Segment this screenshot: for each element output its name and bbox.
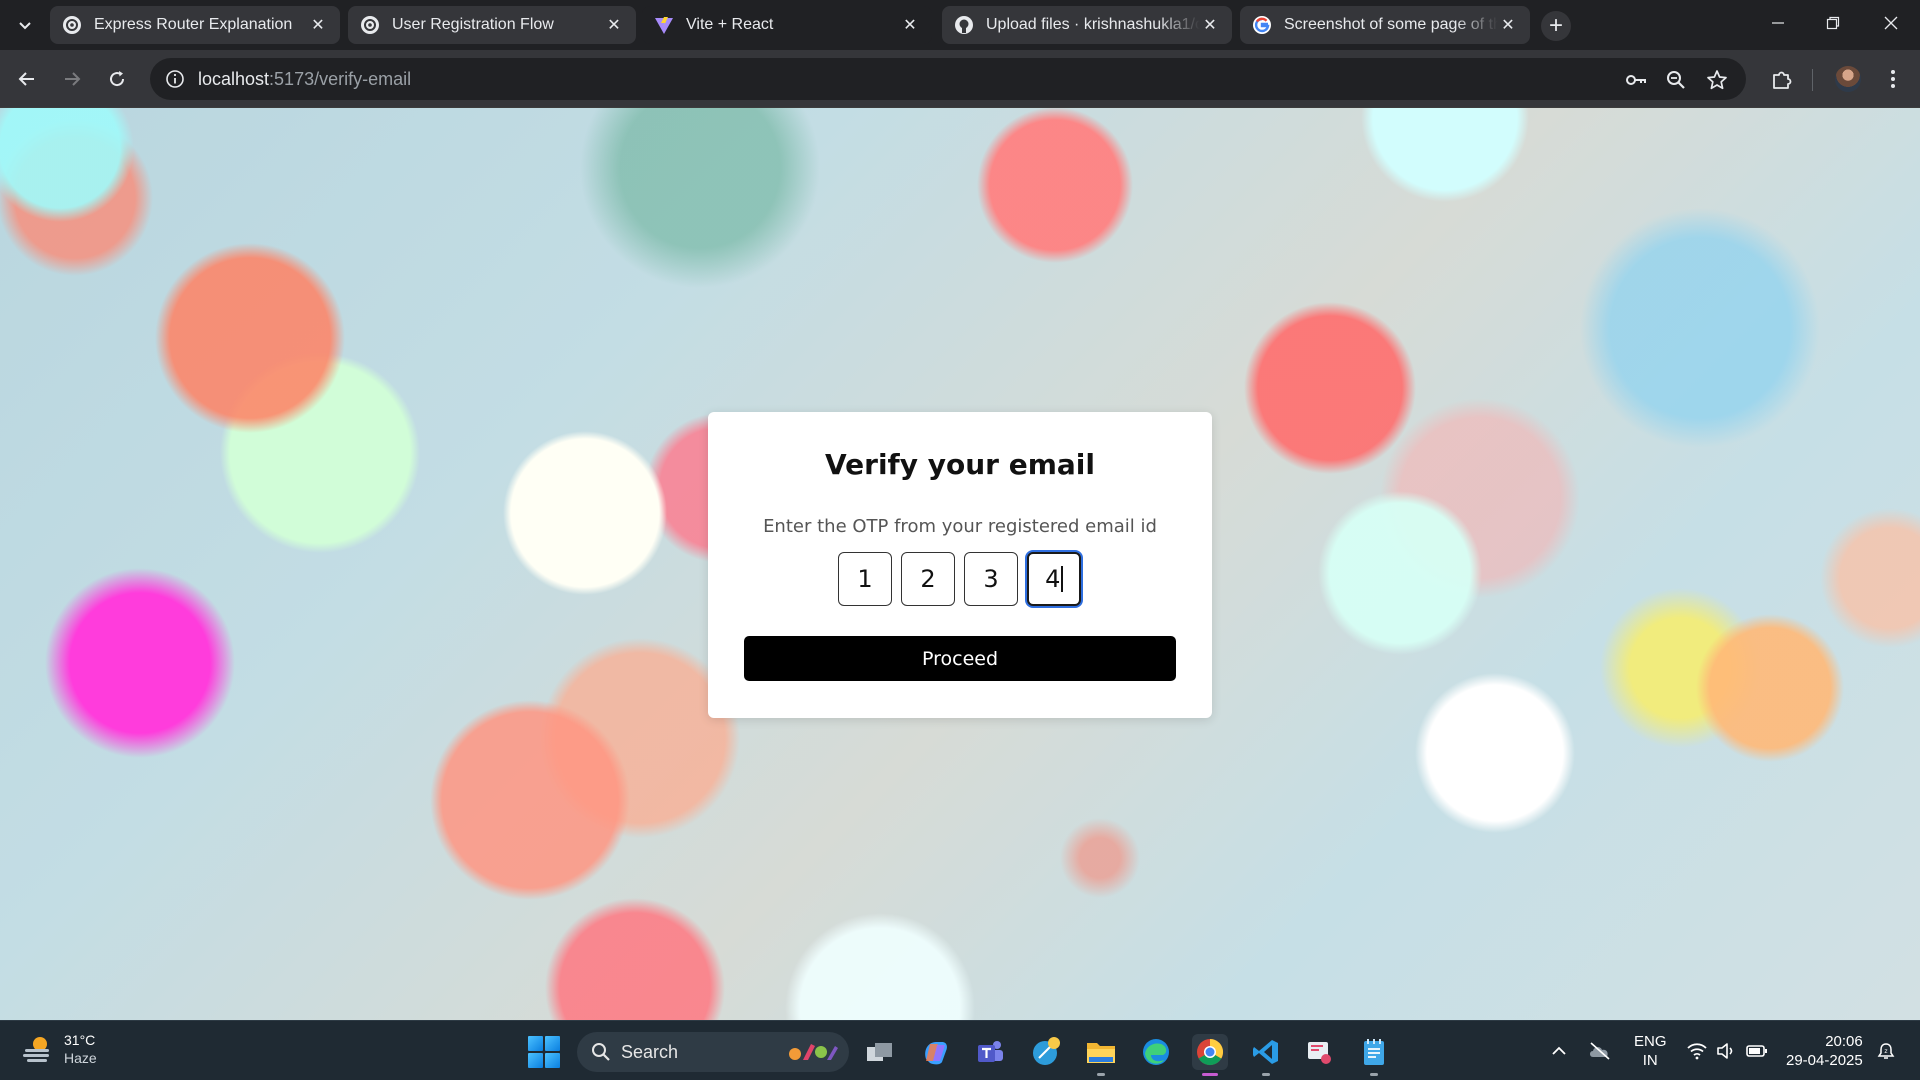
browser-toolbar: localhost:5173/verify-email (0, 50, 1920, 108)
copilot-icon[interactable] (917, 1034, 953, 1070)
language-indicator[interactable]: ENG IN (1634, 1021, 1667, 1080)
clock-date: 29-04-2025 (1786, 1052, 1863, 1069)
teams-icon[interactable] (972, 1034, 1008, 1070)
close-icon[interactable]: ✕ (604, 15, 624, 35)
search-placeholder: Search (621, 1041, 679, 1062)
svg-text:z: z (1884, 1048, 1887, 1055)
search-icon (591, 1042, 611, 1062)
page-title: Verify your email (825, 448, 1095, 481)
tab-title: Screenshot of some page of thi (1284, 16, 1498, 33)
chrome-icon[interactable] (1192, 1034, 1228, 1076)
otp-digit-1[interactable]: 1 (838, 552, 892, 606)
running-indicator (1202, 1073, 1218, 1076)
vite-icon (654, 15, 674, 35)
browser-shortcut-icon[interactable] (1028, 1034, 1064, 1070)
toolbar-divider (1812, 69, 1813, 91)
tab-title: Upload files · krishnashukla1/on (986, 16, 1200, 33)
forward-arrow-icon[interactable] (57, 64, 87, 94)
weather-condition: Haze (64, 1050, 97, 1066)
zoom-icon[interactable] (1664, 68, 1688, 92)
verify-email-card: Verify your email Enter the OTP from you… (708, 412, 1212, 718)
bookmark-star-icon[interactable] (1705, 68, 1729, 92)
back-arrow-icon[interactable] (12, 64, 42, 94)
tab-search-chevron-icon[interactable] (12, 12, 38, 38)
address-bar[interactable]: localhost:5173/verify-email (150, 58, 1746, 100)
region-code: IN (1642, 1052, 1658, 1069)
onedrive-offline-icon[interactable] (1588, 1021, 1612, 1080)
weather-temperature: 31°C (64, 1032, 96, 1048)
show-hidden-icons-chevron-icon[interactable] (1550, 1021, 1568, 1080)
running-indicator (1262, 1073, 1270, 1076)
notifications-icon[interactable]: z (1876, 1021, 1896, 1080)
proceed-button[interactable]: Proceed (744, 636, 1176, 681)
chatgpt-icon (360, 15, 380, 35)
windows-taskbar: 31°C Haze Search ENG IN 20:06 29-04-2025… (0, 1020, 1920, 1080)
otp-digit-2[interactable]: 2 (901, 552, 955, 606)
otp-instructions: Enter the OTP from your registered email… (763, 516, 1157, 537)
otp-input-group: 1 2 3 4 (838, 552, 1081, 606)
windows-start-icon[interactable] (528, 1036, 560, 1068)
url-host: localhost (198, 68, 270, 89)
profile-avatar[interactable] (1835, 66, 1861, 92)
chatgpt-icon (62, 15, 82, 35)
wifi-icon[interactable] (1686, 1021, 1708, 1080)
restore-icon[interactable] (1813, 8, 1853, 38)
github-icon (954, 15, 974, 35)
close-icon[interactable]: ✕ (308, 15, 328, 35)
password-key-icon[interactable] (1624, 68, 1648, 92)
close-icon[interactable]: ✕ (900, 15, 920, 35)
otp-digit-value: 2 (920, 565, 936, 593)
otp-digit-4[interactable]: 4 (1027, 552, 1081, 606)
running-indicator (1370, 1073, 1378, 1076)
tab-title: User Registration Flow (392, 16, 554, 33)
close-icon[interactable]: ✕ (1200, 15, 1220, 35)
reload-icon[interactable] (102, 64, 132, 94)
task-view-icon[interactable] (862, 1034, 898, 1070)
tab-title: Express Router Explanation (94, 16, 293, 33)
tab-user-registration[interactable]: User Registration Flow ✕ (348, 6, 636, 44)
otp-digit-value: 4 (1045, 565, 1061, 593)
tab-title: Vite + React (686, 16, 774, 33)
clock[interactable]: 20:06 29-04-2025 (1786, 1021, 1863, 1080)
clock-time: 20:06 (1825, 1033, 1863, 1050)
otp-digit-value: 3 (983, 565, 999, 593)
haze-weather-icon (20, 1032, 54, 1066)
running-indicator (1097, 1073, 1105, 1076)
tab-express-router[interactable]: Express Router Explanation ✕ (50, 6, 340, 44)
vscode-icon[interactable] (1248, 1034, 1284, 1076)
tab-vite-react[interactable]: Vite + React ✕ (642, 6, 932, 44)
weather-widget[interactable]: 31°C Haze (20, 1031, 97, 1067)
site-info-icon[interactable] (154, 58, 196, 100)
otp-digit-value: 1 (857, 565, 873, 593)
snipping-tool-icon[interactable] (1301, 1034, 1337, 1070)
language-code: ENG (1634, 1033, 1667, 1050)
edge-icon[interactable] (1138, 1034, 1174, 1070)
google-icon (1252, 15, 1272, 35)
new-tab-button[interactable]: + (1541, 11, 1571, 41)
url-path: :5173/verify-email (269, 68, 412, 89)
otp-digit-3[interactable]: 3 (964, 552, 1018, 606)
tab-strip: Express Router Explanation ✕ User Regist… (0, 0, 1920, 50)
tab-google-screenshot[interactable]: Screenshot of some page of thi ✕ (1240, 6, 1530, 44)
taskbar-search[interactable]: Search (577, 1032, 849, 1072)
minimize-icon[interactable] (1758, 8, 1798, 38)
close-window-icon[interactable] (1871, 8, 1911, 38)
tab-github-upload[interactable]: Upload files · krishnashukla1/on ✕ (942, 6, 1232, 44)
url-text: localhost:5173/verify-email (198, 69, 411, 90)
page-viewport: Verify your email Enter the OTP from you… (0, 108, 1920, 1020)
notepad-icon[interactable] (1356, 1034, 1392, 1076)
extensions-puzzle-icon[interactable] (1767, 64, 1797, 94)
file-explorer-icon[interactable] (1083, 1034, 1119, 1076)
close-icon[interactable]: ✕ (1498, 15, 1518, 35)
text-caret (1061, 566, 1063, 592)
volume-icon[interactable] (1716, 1021, 1736, 1080)
more-menu-icon[interactable] (1878, 64, 1908, 94)
search-highlight-icon (785, 1040, 839, 1064)
battery-icon[interactable] (1746, 1021, 1768, 1080)
